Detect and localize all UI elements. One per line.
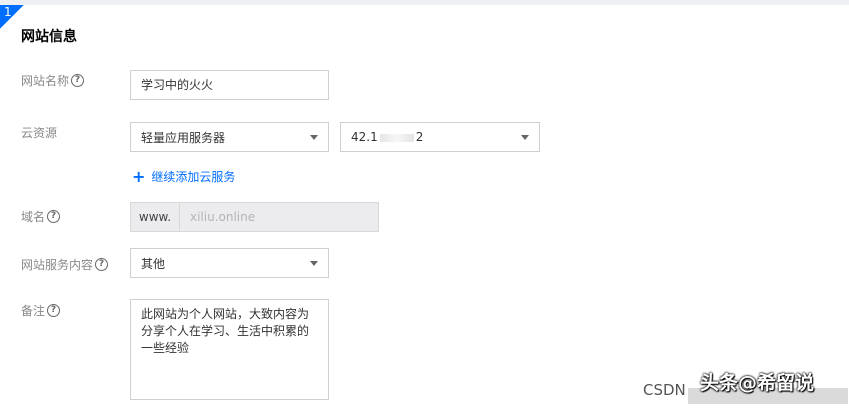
service-content-label: 网站服务内容 ? <box>21 256 109 273</box>
site-name-label: 网站名称 ? <box>21 72 85 89</box>
domain-field: www. xiliu.online <box>130 202 379 232</box>
toutiao-watermark: 头条@希留说 <box>700 372 815 394</box>
help-icon[interactable]: ? <box>47 210 61 223</box>
cloud-type-value: 轻量应用服务器 <box>141 130 226 145</box>
help-icon[interactable]: ? <box>71 74 85 87</box>
domain-input: xiliu.online <box>190 210 256 224</box>
server-ip-select[interactable]: 42.1 2 <box>340 122 540 152</box>
domain-prefix: www. <box>131 203 180 231</box>
chevron-down-icon <box>521 134 529 140</box>
chevron-down-icon <box>310 134 318 140</box>
server-ip-suffix: 2 <box>415 130 424 144</box>
server-ip-prefix: 42.1 <box>351 130 378 144</box>
server-ip-value: 42.1 2 <box>351 130 521 144</box>
remark-label: 备注 ? <box>21 302 61 319</box>
remark-textarea[interactable]: 此网站为个人网站，大致内容为分享个人在学习、生活中积累的一些经验 <box>130 299 329 400</box>
site-name-input[interactable]: 学习中的火火 <box>130 70 329 100</box>
cloud-type-select[interactable]: 轻量应用服务器 <box>130 122 329 152</box>
add-cloud-service-text: 继续添加云服务 <box>151 170 236 184</box>
top-bar <box>0 0 849 5</box>
help-icon[interactable]: ? <box>47 304 61 317</box>
domain-label-text: 域名 <box>21 210 46 224</box>
service-content-value: 其他 <box>141 256 166 271</box>
csdn-watermark: CSDN <box>643 381 686 399</box>
remark-label-text: 备注 <box>21 304 46 318</box>
service-content-label-text: 网站服务内容 <box>21 258 94 272</box>
section-title: 网站信息 <box>21 29 77 45</box>
step-number: 1 <box>4 5 12 19</box>
ip-redaction-blur <box>379 133 414 142</box>
domain-label: 域名 ? <box>21 208 61 225</box>
service-content-select[interactable]: 其他 <box>130 248 329 278</box>
help-icon[interactable]: ? <box>95 258 109 271</box>
plus-icon: + <box>132 166 146 186</box>
chevron-down-icon <box>310 260 318 266</box>
cloud-resource-label: 云资源 <box>21 124 57 141</box>
add-cloud-service-link[interactable]: + 继续添加云服务 <box>132 168 235 185</box>
site-name-label-text: 网站名称 <box>21 74 70 88</box>
cloud-resource-label-text: 云资源 <box>21 126 58 140</box>
